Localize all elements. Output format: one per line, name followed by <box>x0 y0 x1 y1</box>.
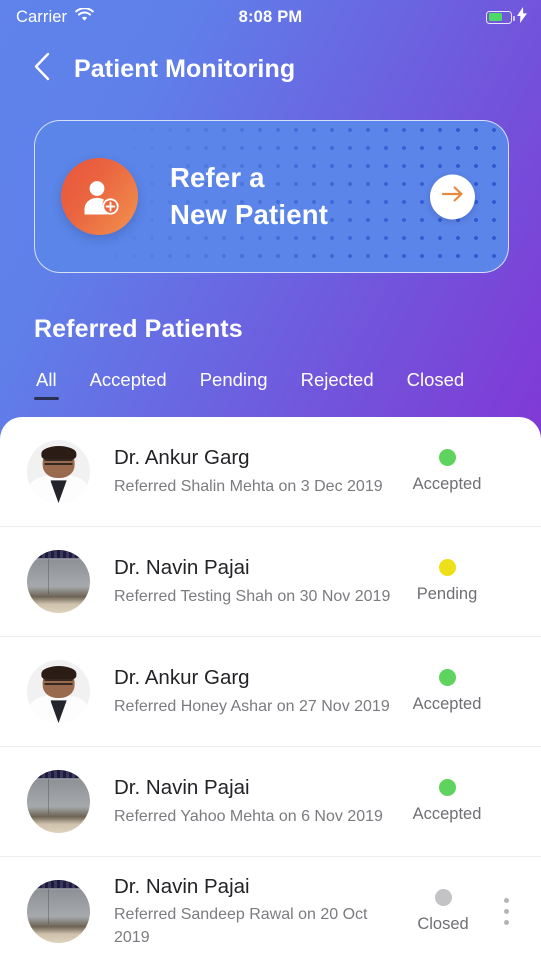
filter-tabs: All Accepted Pending Rejected Closed <box>34 366 541 400</box>
chevron-left-icon <box>33 52 50 86</box>
back-button[interactable] <box>26 51 56 87</box>
status-label: Accepted <box>412 475 482 493</box>
status-label: Accepted <box>412 805 482 823</box>
status-label: Pending <box>416 585 478 603</box>
status-badge: Pending <box>401 559 493 604</box>
table-row[interactable]: Dr. Ankur Garg Referred Honey Ashar on 2… <box>0 637 541 747</box>
referral-text: Referred Shalin Mehta on 3 Dec 2019 <box>114 477 383 495</box>
status-bar-right <box>486 0 527 34</box>
doctor-name: Dr. Ankur Garg <box>114 666 250 690</box>
tab-closed[interactable]: Closed <box>407 369 465 400</box>
arrow-right-icon <box>441 186 465 208</box>
status-badge: Accepted <box>401 669 493 714</box>
table-row[interactable]: Dr. Ankur Garg Referred Shalin Mehta on … <box>0 417 541 527</box>
page-header: Patient Monitoring <box>0 34 541 92</box>
doctor-name: Dr. Navin Pajai <box>114 556 250 580</box>
tab-accepted[interactable]: Accepted <box>90 369 167 400</box>
status-dot <box>438 779 456 796</box>
refer-go-button[interactable] <box>430 174 475 219</box>
row-body: Dr. Ankur Garg Referred Shalin Mehta on … <box>114 445 401 498</box>
table-row[interactable]: Dr. Navin Pajai Referred Yahoo Mehta on … <box>0 747 541 857</box>
tab-rejected[interactable]: Rejected <box>301 369 374 400</box>
app-screen: Carrier 8:08 PM Patient Monitoring Refer… <box>0 0 541 962</box>
table-row[interactable]: Dr. Navin Pajai Referred Sandeep Rawal o… <box>0 857 541 962</box>
doctor-name: Dr. Ankur Garg <box>114 446 250 470</box>
wifi-icon <box>75 6 94 27</box>
doctor-name: Dr. Navin Pajai <box>114 776 250 800</box>
refer-card-line2: New Patient <box>170 198 329 230</box>
row-body: Dr. Navin Pajai Referred Testing Shah on… <box>114 555 401 608</box>
status-label: Accepted <box>412 695 482 713</box>
refer-new-patient-card[interactable]: Refer a New Patient <box>34 120 509 273</box>
referral-text: Referred Testing Shah on 30 Nov 2019 <box>114 587 391 605</box>
add-user-icon <box>61 158 138 235</box>
refer-card-line1: Refer a <box>170 162 265 194</box>
status-badge: Closed <box>397 889 489 934</box>
referral-text: Referred Honey Ashar on 27 Nov 2019 <box>114 697 390 715</box>
status-label: Closed <box>417 915 469 933</box>
avatar <box>27 550 90 613</box>
status-badge: Accepted <box>401 779 493 824</box>
avatar <box>27 770 90 833</box>
row-overflow-menu-button[interactable] <box>493 892 519 932</box>
lightning-bolt-icon <box>517 6 527 28</box>
row-body: Dr. Navin Pajai Referred Yahoo Mehta on … <box>114 775 401 828</box>
referral-text: Referred Yahoo Mehta on 6 Nov 2019 <box>114 807 383 825</box>
battery-icon <box>486 10 515 24</box>
status-bar-left: Carrier <box>16 6 94 27</box>
avatar <box>27 660 90 723</box>
avatar <box>27 440 90 503</box>
section-title: Referred Patients <box>34 315 243 343</box>
status-bar: Carrier 8:08 PM <box>0 0 541 34</box>
table-row[interactable]: Dr. Navin Pajai Referred Testing Shah on… <box>0 527 541 637</box>
status-badge: Accepted <box>401 449 493 494</box>
status-dot <box>438 669 456 686</box>
referred-patients-list: Dr. Ankur Garg Referred Shalin Mehta on … <box>0 417 541 962</box>
tab-pending[interactable]: Pending <box>200 369 268 400</box>
tab-all[interactable]: All <box>34 369 59 400</box>
refer-card-text: Refer a New Patient <box>170 160 328 233</box>
status-dot <box>434 889 452 906</box>
status-dot <box>438 559 456 576</box>
page-title: Patient Monitoring <box>74 54 296 83</box>
doctor-name: Dr. Navin Pajai <box>114 874 250 898</box>
avatar <box>27 880 90 943</box>
row-body: Dr. Navin Pajai Referred Sandeep Rawal o… <box>114 874 397 950</box>
referral-text: Referred Sandeep Rawal on 20 Oct 2019 <box>114 906 368 947</box>
row-body: Dr. Ankur Garg Referred Honey Ashar on 2… <box>114 665 401 718</box>
status-dot <box>438 449 456 466</box>
carrier-label: Carrier <box>16 7 68 26</box>
